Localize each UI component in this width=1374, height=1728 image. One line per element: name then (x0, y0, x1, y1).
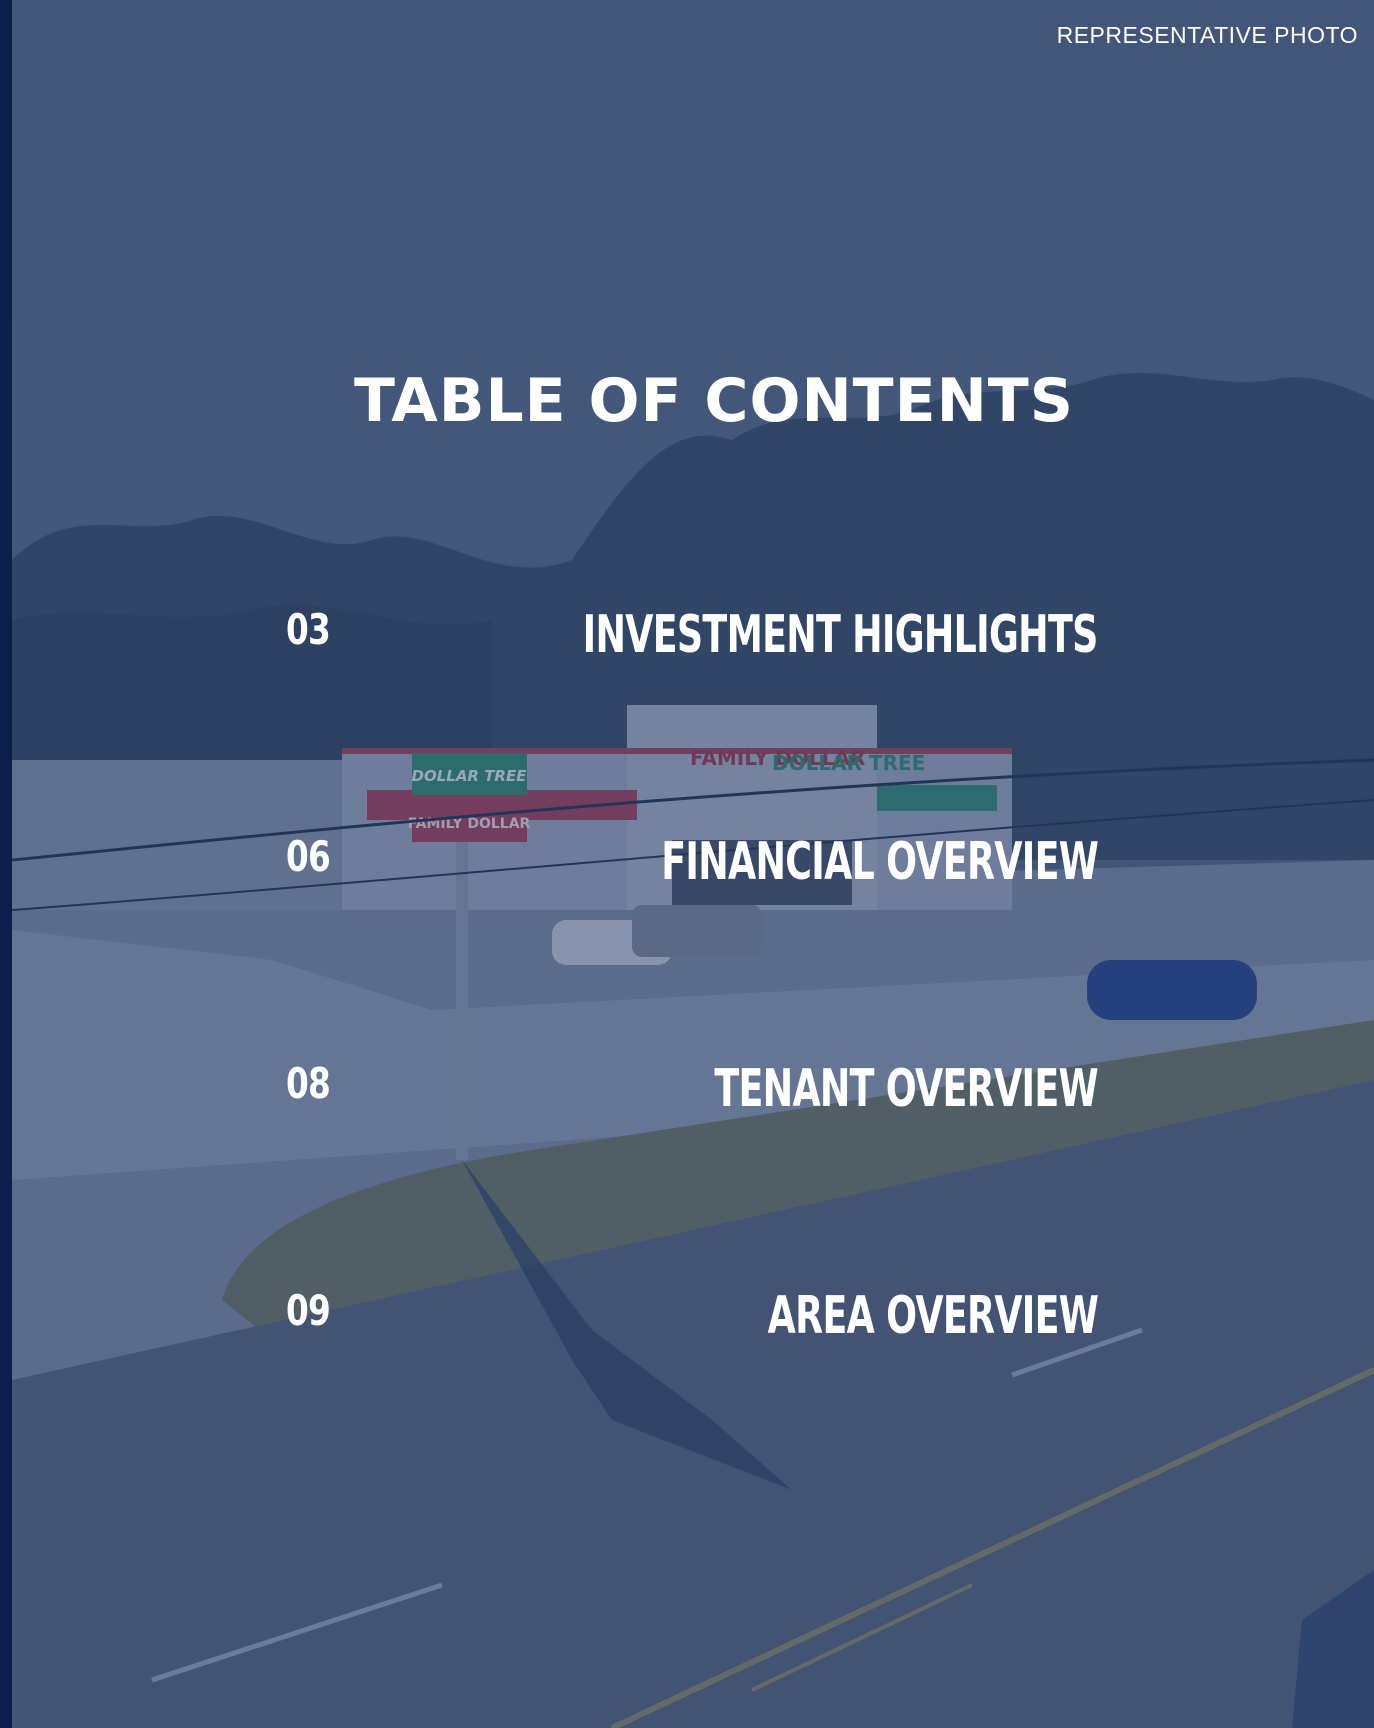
toc-label: AREA OVERVIEW (767, 1286, 1098, 1346)
toc-label: INVESTMENT HIGHLIGHTS (583, 605, 1099, 665)
toc-item-area-overview[interactable]: 09 AREA OVERVIEW (286, 1286, 1099, 1346)
page-title: TABLE OF CONTENTS (354, 366, 1074, 436)
toc-item-tenant-overview[interactable]: 08 TENANT OVERVIEW (286, 1059, 1099, 1119)
toc-label: TENANT OVERVIEW (714, 1059, 1098, 1119)
toc-page-number: 06 (286, 832, 331, 881)
toc-item-investment-highlights[interactable]: 03 INVESTMENT HIGHLIGHTS (286, 605, 1099, 665)
toc-item-financial-overview[interactable]: 06 FINANCIAL OVERVIEW (286, 832, 1099, 892)
toc-page-number: 03 (286, 605, 331, 654)
toc-label: FINANCIAL OVERVIEW (661, 832, 1099, 892)
left-navy-strip (0, 0, 12, 1728)
toc-page-number: 09 (286, 1286, 331, 1335)
page: FAMILY DOLLAR DOLLAR TREE DOLLAR TREE FA… (0, 0, 1374, 1728)
photo-caption: REPRESENTATIVE PHOTO (1056, 22, 1358, 48)
toc-page-number: 08 (286, 1059, 331, 1108)
